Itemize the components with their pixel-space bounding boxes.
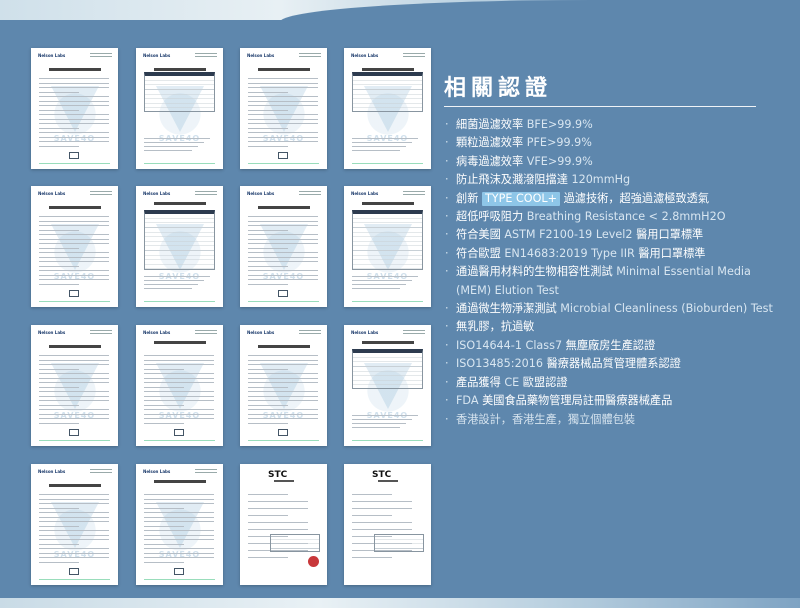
nelson-labs-logo: Nelson Labs [351,330,379,335]
certificate-document: Nelson LabsSAVE4O [344,186,431,307]
type-cool-badge: TYPE COOL+ [481,191,561,206]
stamp-icon [278,152,288,159]
list-item: ISO14644-1 Class7 無塵廠房生產認證 [444,337,794,356]
certificate-document: Nelson LabsSAVE4O [31,325,118,446]
stamp-icon [69,429,79,436]
section-heading: 相關認證 [444,75,553,101]
certificate-document: Nelson LabsSAVE4O [136,48,223,169]
nelson-labs-logo: Nelson Labs [143,191,171,196]
list-item: 細菌過濾效率 BFE>99.9% [444,116,794,135]
certificate-document: Nelson LabsSAVE4O [344,48,431,169]
nelson-labs-logo: Nelson Labs [247,53,275,58]
nelson-labs-logo: Nelson Labs [38,330,66,335]
list-item: 產品獲得 CE 歐盟認證 [444,374,794,393]
certificate-document: Nelson LabsSAVE4O [136,464,223,585]
certificate-document: STC [344,464,431,585]
nelson-labs-logo: Nelson Labs [247,191,275,196]
certificate-document: Nelson LabsSAVE4O [240,186,327,307]
stamp-icon [278,290,288,297]
nelson-labs-logo: Nelson Labs [351,191,379,196]
list-item: 香港設計，香港生產，獨立個體包裝 [444,411,794,430]
bottom-decorative-band [0,598,800,608]
nelson-labs-logo: Nelson Labs [351,53,379,58]
list-item: FDA 美國食品藥物管理局註冊醫療器械產品 [444,392,794,411]
certificate-document: Nelson LabsSAVE4O [31,464,118,585]
certificate-document: Nelson LabsSAVE4O [31,48,118,169]
list-item: 顆粒過濾效率 PFE>99.9% [444,134,794,153]
certificate-document: Nelson LabsSAVE4O [344,325,431,446]
stamp-icon [69,568,79,575]
list-item: 創新 TYPE COOL+ 過濾技術，超強過濾極致透氣 [444,190,794,209]
nelson-labs-logo: Nelson Labs [143,330,171,335]
list-item: 符合美國 ASTM F2100-19 Level2 醫用口罩標準 [444,226,794,245]
list-item: 病毒過濾效率 VFE>99.9% [444,153,794,172]
stamp-icon [174,429,184,436]
list-item: 通過醫用材料的生物相容性測試 Minimal Essential Media (… [444,263,764,300]
nelson-labs-logo: Nelson Labs [38,53,66,58]
nelson-labs-logo: Nelson Labs [38,191,66,196]
nelson-labs-logo: Nelson Labs [143,53,171,58]
list-item: 符合歐盟 EN14683:2019 Type IIR 醫用口罩標準 [444,245,794,264]
certificate-document: Nelson LabsSAVE4O [136,325,223,446]
certificate-document: Nelson LabsSAVE4O [240,48,327,169]
list-item: ISO13485:2016 醫療器械品質管理體系認證 [444,355,794,374]
stc-logo: STC [372,470,392,480]
certificate-document: STC [240,464,327,585]
nelson-labs-logo: Nelson Labs [247,330,275,335]
list-item: 防止飛沫及濺潑阻擋達 120mmHg [444,171,794,190]
stamp-icon [69,152,79,159]
stamp-icon [69,290,79,297]
nelson-labs-logo: Nelson Labs [143,469,171,474]
list-item: 通過微生物淨潔測試 Microbial Cleanliness (Bioburd… [444,300,794,319]
nelson-labs-logo: Nelson Labs [38,469,66,474]
list-item: 無乳膠，抗過敏 [444,318,794,337]
certification-list: 細菌過濾效率 BFE>99.9% 顆粒過濾效率 PFE>99.9% 病毒過濾效率… [444,116,794,429]
heading-divider [444,106,756,107]
red-seal-icon [308,556,319,567]
stc-logo: STC [268,470,288,480]
certificate-document: Nelson LabsSAVE4O [31,186,118,307]
list-item: 超低呼吸阻力 Breathing Resistance < 2.8mmH2O [444,208,794,227]
certificate-document: Nelson LabsSAVE4O [136,186,223,307]
certificate-document: Nelson LabsSAVE4O [240,325,327,446]
certification-panel: 相關認證 細菌過濾效率 BFE>99.9% 顆粒過濾效率 PFE>99.9% 病… [444,70,794,429]
stamp-icon [174,568,184,575]
stamp-icon [278,429,288,436]
